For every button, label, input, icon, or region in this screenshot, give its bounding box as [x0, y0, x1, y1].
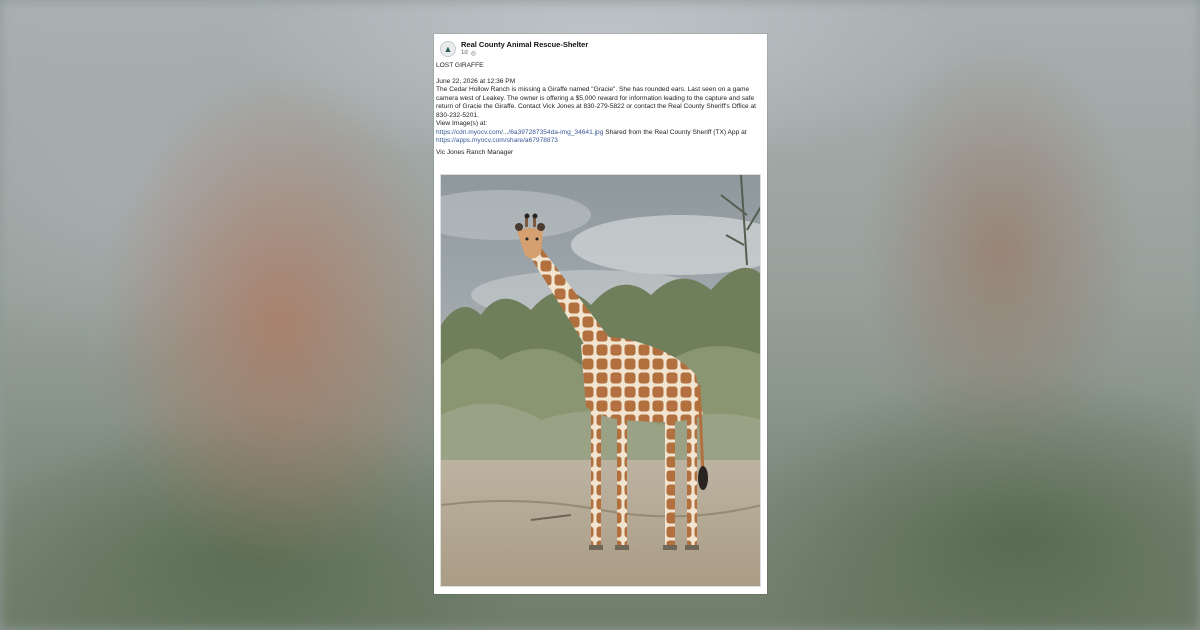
page-avatar[interactable]: ▲ [440, 41, 456, 57]
facebook-post: ▲ Real County Animal Rescue-Shelter 1d ◎… [434, 34, 767, 594]
post-date: June 22, 2026 at 12:36 PM [436, 77, 516, 85]
shared-from-text: Shared from the Real County Sheriff (TX)… [605, 128, 747, 136]
post-time[interactable]: 1d [461, 50, 468, 57]
globe-icon: ◎ [470, 51, 476, 57]
post-title: LOST GIRAFFE [436, 62, 484, 69]
app-link[interactable]: https://apps.myocv.com/share/a67978873 [436, 137, 558, 144]
page-name[interactable]: Real County Animal Rescue-Shelter [461, 40, 588, 49]
giraffe-photo[interactable] [440, 174, 761, 587]
post-meta: 1d ◎ [461, 50, 476, 57]
image-link-line: https://cdn.myocv.com/.../6a397287354da-… [436, 129, 766, 146]
post-signature: Vic Jones Ranch Manager [436, 148, 514, 156]
image-link[interactable]: https://cdn.myocv.com/.../6a397287354da-… [436, 129, 603, 136]
post-body: The Cedar Hollow Ranch is missing a Gira… [436, 86, 757, 119]
view-images-label: View Image(s) at: [436, 120, 488, 127]
post-header: ▲ Real County Animal Rescue-Shelter 1d ◎ [440, 40, 760, 62]
post-text: LOST GIRAFFE June 22, 2026 at 12:36 PM T… [436, 62, 766, 157]
